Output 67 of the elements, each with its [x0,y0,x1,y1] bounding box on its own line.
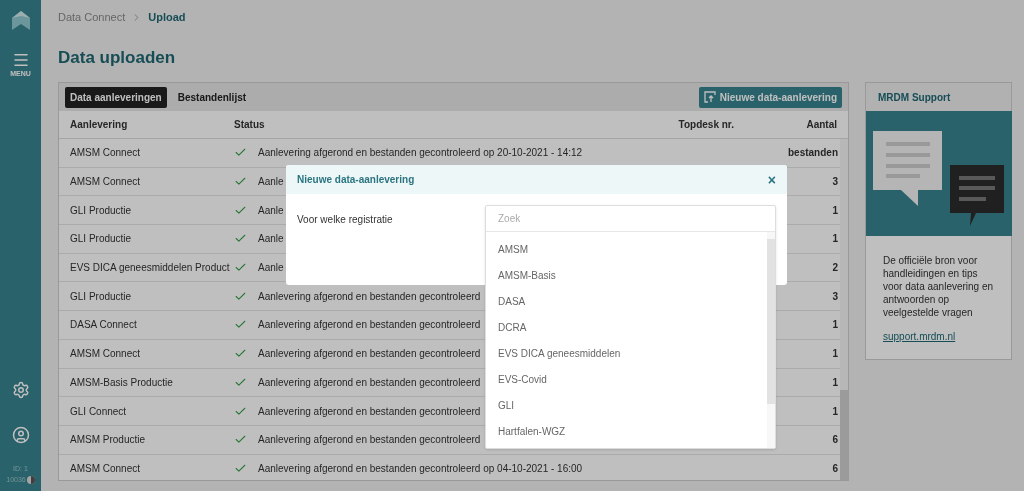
upload-icon [703,91,716,103]
table-cell-text: GLI Productie [70,289,133,304]
table-cell-text: AMSM-Basis Productie [70,375,174,390]
table-cell-text: GLI Connect [70,404,128,419]
status-text: Aanle [258,261,284,276]
status-text: Aanlevering afgerond en bestanden gecontroleerd [258,289,481,304]
modal-title: Nieuwe data-aanlevering [297,173,415,187]
table-cell-text: EVS DICA geneesmiddelen Product [70,261,231,276]
dropdown-option[interactable]: AMSM-Basis [486,262,767,288]
status-text: Aanlevering afgerond en bestanden gecontroleerd [258,433,481,448]
scrollbar[interactable] [840,139,848,480]
dropdown-option[interactable]: DASA [486,288,767,314]
column-header: Topdesk nr. [677,118,734,132]
status-text: Aanlevering afgerond en bestanden gecontroleerd [258,375,481,390]
contrast-icon[interactable] [26,475,35,484]
status-text: Aanlevering afgerond en bestanden gecontroleerd [258,347,481,362]
table-cell-text: 1 [832,232,838,247]
dropdown-option[interactable]: DCRA [486,314,767,340]
table-cell-text: AMSM Connect [70,175,142,190]
dropdown-option[interactable]: EVS DICA geneesmiddelen [486,340,767,366]
new-delivery-button[interactable]: Nieuwe data-aanlevering [698,86,842,108]
table-cell-text: AMSM Connect [70,347,142,362]
table-cell-text: AMSM Productie [70,433,147,448]
status-text: Aanlevering afgerond en bestanden gecontroleerd [258,404,481,419]
table-cell-text: DASA Connect [70,318,138,333]
table-cell-text: 1 [832,375,838,390]
search-field[interactable]: Zoek [486,206,775,232]
column-header: Aanlevering [70,118,129,132]
column-header: Status [234,118,266,132]
page-title: Data uploaden [58,46,176,69]
table-cell-text: 6 [832,433,838,448]
table-cell-text: 1 [832,347,838,362]
field-label: Voor welke registratie [297,214,393,225]
dropdown-option[interactable]: Hartfalen-WGZ [486,418,767,444]
user-icon[interactable] [11,426,30,444]
dropdown-option[interactable]: GLI [486,392,767,418]
table-cell-text: 1 [832,318,838,333]
table-cell-text: 2 [832,261,838,276]
settings-icon[interactable] [11,381,30,399]
table-cell-text: AMSM Connect [70,461,142,476]
dropdown-option[interactable]: AMSM [486,236,767,262]
table-cell-text: 6 [832,461,838,476]
table-cell-text: 3 [832,175,838,190]
support-title: MRDM Support [878,90,951,105]
breadcrumb-link[interactable]: Upload [148,9,186,26]
table-cell-text: 3 [832,289,838,304]
status-text: Aanle [258,232,284,247]
support-text: De officiële bron voor handleidingen en tips voor data aanlevering en antwoorden op veelgestelde vragen [882,254,995,319]
table-cell-text: 1 [832,404,838,419]
table-cell-text: GLI Productie [70,203,133,218]
table-cell-text: bestanden [788,146,838,161]
status-text: Aanle [258,175,284,190]
menu-icon [11,51,30,69]
tab[interactable]: Bestandenlijst [172,86,252,108]
column-header: Aantal [805,118,837,132]
status-text: Aanle [258,203,284,218]
status-text: Aanlevering afgerond en bestanden gecontroleerd [258,318,481,333]
table-cell-text: AMSM Connect [70,146,142,161]
scrollbar[interactable] [767,232,775,448]
dropdown-option[interactable]: EVS-Covid [486,366,767,392]
tab[interactable]: Data aanleveringen [65,86,167,108]
status-text: Aanlevering afgerond en bestanden gecontroleerd op 20-10-2021 - 14:12 [258,146,583,161]
close-button[interactable]: × [767,172,776,187]
table-cell-text: 1 [832,203,838,218]
support-link[interactable]: support.mrdm.nl [866,319,1011,344]
status-text: Aanlevering afgerond en bestanden gecontroleerd op 04-10-2021 - 16:00 [258,461,583,476]
table-cell-text: GLI Productie [70,232,133,247]
